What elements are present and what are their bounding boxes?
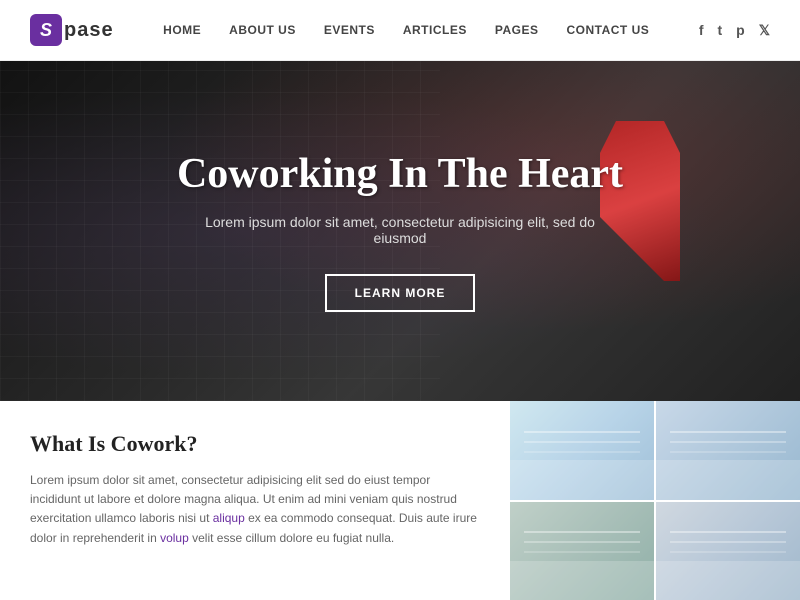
office-image-2 — [656, 401, 800, 500]
logo-icon: S — [30, 14, 62, 46]
logo-text: pase — [64, 19, 114, 42]
learn-more-button[interactable]: LEARN MORE — [325, 274, 476, 312]
office-image-3 — [510, 502, 654, 600]
nav-events[interactable]: EVENTS — [324, 23, 375, 37]
image-grid — [510, 401, 800, 600]
tumblr-icon[interactable]: t — [717, 22, 722, 38]
nav-contact[interactable]: CONTACT US — [566, 23, 649, 37]
office-image-4 — [656, 502, 800, 600]
office-image-1 — [510, 401, 654, 500]
logo[interactable]: S pase — [30, 14, 114, 46]
hero-section: Coworking In The Heart Lorem ipsum dolor… — [0, 61, 800, 401]
pinterest-icon[interactable]: p — [736, 22, 745, 38]
text-link-2[interactable]: volup — [160, 531, 189, 545]
social-icons: f t p 𝕏 — [699, 22, 770, 39]
section-text: Lorem ipsum dolor sit amet, consectetur … — [30, 471, 480, 548]
header: S pase HOME ABOUT US EVENTS ARTICLES PAG… — [0, 0, 800, 61]
section-title: What Is Cowork? — [30, 431, 480, 457]
nav-pages[interactable]: PAGES — [495, 23, 539, 37]
hero-subtitle: Lorem ipsum dolor sit amet, consectetur … — [190, 214, 610, 246]
hero-content: Coworking In The Heart Lorem ipsum dolor… — [0, 61, 800, 401]
facebook-icon[interactable]: f — [699, 22, 704, 38]
content-left: What Is Cowork? Lorem ipsum dolor sit am… — [0, 401, 510, 600]
main-nav: HOME ABOUT US EVENTS ARTICLES PAGES CONT… — [163, 23, 649, 37]
twitter-icon[interactable]: 𝕏 — [759, 22, 770, 39]
text-link-1[interactable]: aliqup — [213, 511, 245, 525]
nav-articles[interactable]: ARTICLES — [403, 23, 467, 37]
content-section: What Is Cowork? Lorem ipsum dolor sit am… — [0, 401, 800, 600]
nav-home[interactable]: HOME — [163, 23, 201, 37]
hero-title: Coworking In The Heart — [177, 150, 623, 198]
nav-about[interactable]: ABOUT US — [229, 23, 296, 37]
